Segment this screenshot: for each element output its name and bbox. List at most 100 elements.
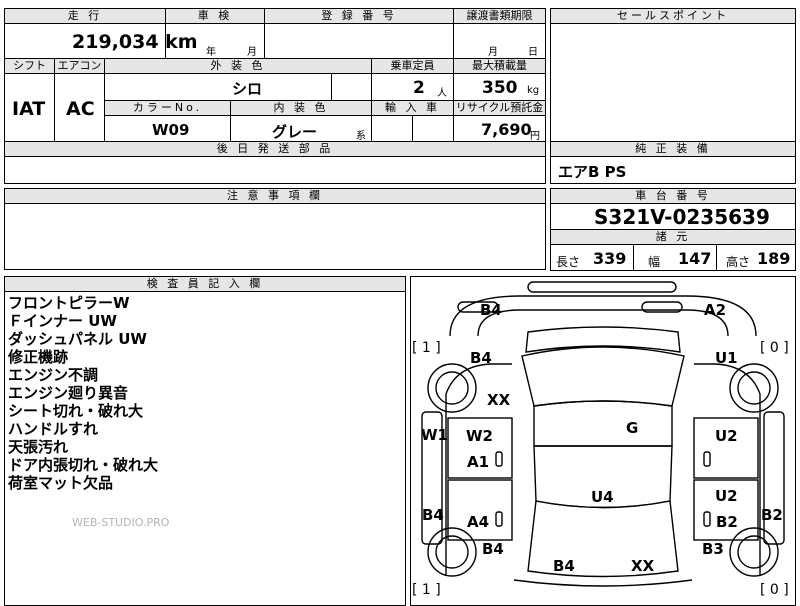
- damage-mark: U1: [715, 349, 738, 367]
- inspector-note: Ｆインナー UW: [8, 312, 117, 330]
- specs-height-label: 高さ: [726, 255, 751, 269]
- recycle-value: 7,690: [481, 120, 532, 139]
- sales-point-box: [550, 8, 796, 142]
- chassis-value: S321V-0235639: [594, 205, 770, 229]
- handle-left: [495, 451, 503, 467]
- sales-point-header: セールスポイント: [550, 8, 796, 24]
- damage-mark: XX: [487, 391, 511, 409]
- damage-mark: U4: [591, 488, 614, 506]
- recycle-header: リサイクル預託金: [453, 100, 546, 116]
- damage-mark: B2: [716, 513, 738, 531]
- import-header: 輸 入 車: [371, 100, 454, 116]
- damage-mark: A2: [704, 301, 727, 319]
- handle-left-rear: [495, 511, 503, 527]
- transfer-header: 譲渡書類期限: [453, 8, 546, 24]
- damage-mark: A1: [467, 453, 490, 471]
- max-load-unit: kg: [527, 85, 540, 96]
- inspector-notes-list: フロントピラーW Ｆインナー UW ダッシュパネル UW 修正機跡 エンジン不調…: [8, 294, 158, 492]
- exterior-color-cell: [104, 73, 332, 101]
- inspector-note: ドア内張切れ・破れ大: [8, 456, 159, 474]
- damage-mark: B4: [482, 540, 504, 558]
- roof: [533, 400, 673, 447]
- damage-mark: B3: [702, 540, 724, 558]
- genuine-equipment-value: エアB PS: [558, 163, 627, 181]
- aircon-header: エアコン: [54, 58, 105, 74]
- wheel-front-right: [729, 363, 779, 413]
- specs-width-label: 幅: [648, 255, 661, 269]
- later-parts-box: [4, 156, 546, 184]
- notes-header: 注 意 事 項 欄: [4, 188, 546, 204]
- bracket-left-bottom: [ 1 ]: [412, 582, 441, 598]
- specs-length-label: 長さ: [556, 255, 581, 269]
- specs-height-value: 189: [757, 249, 791, 268]
- damage-mark: A4: [467, 513, 490, 531]
- inspector-note: 天張汚れ: [8, 438, 69, 456]
- damage-mark: B2: [761, 506, 783, 524]
- chassis-header: 車 台 番 号: [550, 188, 796, 204]
- transfer-day-unit: 日: [528, 47, 538, 58]
- inspector-note: シート切れ・破れ大: [8, 402, 144, 420]
- import-cell-b: [412, 115, 454, 142]
- damage-mark: G: [626, 419, 639, 437]
- damage-mark: XX: [631, 557, 655, 575]
- bracket-right-top: [ 0 ]: [760, 340, 789, 356]
- capacity-unit: 人: [437, 88, 447, 99]
- pillar-right: [763, 411, 785, 545]
- mileage-number: 219,034: [72, 31, 159, 53]
- inspector-note: フロントピラーW: [8, 294, 130, 312]
- damage-mark: W1: [421, 426, 448, 444]
- registration-cell: [264, 23, 454, 59]
- interior-color-value: グレー: [272, 123, 318, 141]
- rear-bumper: [513, 579, 693, 587]
- damage-mark: B4: [480, 301, 502, 319]
- capacity-header: 乗車定員: [371, 58, 454, 74]
- genuine-equipment-header: 純 正 装 備: [550, 141, 796, 157]
- inspector-note: ハンドルすれ: [8, 420, 99, 438]
- inspector-header: 検 査 員 記 入 欄: [4, 276, 406, 292]
- bracket-left-top: [ 1 ]: [412, 340, 441, 356]
- recycle-unit: 円: [530, 131, 540, 142]
- inspector-note: 修正機跡: [8, 348, 69, 366]
- shift-header: シフト: [4, 58, 55, 74]
- exterior-color-extra-cell: [331, 73, 372, 101]
- wheel-rear-left: [427, 527, 477, 577]
- bracket-right-bottom: [ 0 ]: [760, 582, 789, 598]
- specs-header: 諸 元: [550, 229, 796, 245]
- specs-width-value: 147: [678, 249, 712, 268]
- color-no-header: カラーNo.: [104, 100, 231, 116]
- wheel-front-left: [427, 363, 477, 413]
- wheel-rear-right: [729, 527, 779, 577]
- damage-mark: B4: [422, 506, 444, 524]
- specs-length-value: 339: [593, 249, 627, 268]
- capacity-value: 2: [413, 78, 425, 98]
- inspector-note: ダッシュパネル UW: [8, 330, 147, 348]
- max-load-header: 最大積載量: [453, 58, 546, 74]
- max-load-value: 350: [482, 78, 518, 98]
- damage-mark: U2: [715, 427, 738, 445]
- shaken-month-unit: 月: [247, 47, 257, 58]
- exterior-color-header: 外 装 色: [104, 58, 372, 74]
- tailgate: [527, 500, 679, 578]
- damage-mark: W2: [466, 427, 493, 445]
- inspector-note: エンジン廻り異音: [8, 384, 129, 402]
- import-cell-a: [371, 115, 413, 142]
- handle-right-rear: [703, 511, 711, 527]
- shaken-header: 車 検: [165, 8, 265, 24]
- shift-value: IAT: [12, 98, 46, 120]
- front-bumper: [527, 281, 677, 293]
- color-no-value: W09: [152, 121, 190, 139]
- interior-color-header: 内 装 色: [230, 100, 372, 116]
- windshield: [521, 346, 685, 407]
- transfer-month-unit: 月: [488, 47, 498, 58]
- handle-right: [703, 451, 711, 467]
- mileage-header: 走 行: [4, 8, 166, 24]
- hood: [525, 326, 681, 353]
- damage-mark: U2: [715, 487, 738, 505]
- door-left-rear: [447, 479, 513, 541]
- interior-color-suffix: 系: [356, 131, 366, 142]
- exterior-color-value: シロ: [232, 80, 263, 98]
- damage-mark: B4: [553, 557, 575, 575]
- later-parts-header: 後 日 発 送 部 品: [4, 141, 546, 157]
- aircon-value: AC: [66, 98, 95, 120]
- shaken-year-unit: 年: [206, 47, 216, 58]
